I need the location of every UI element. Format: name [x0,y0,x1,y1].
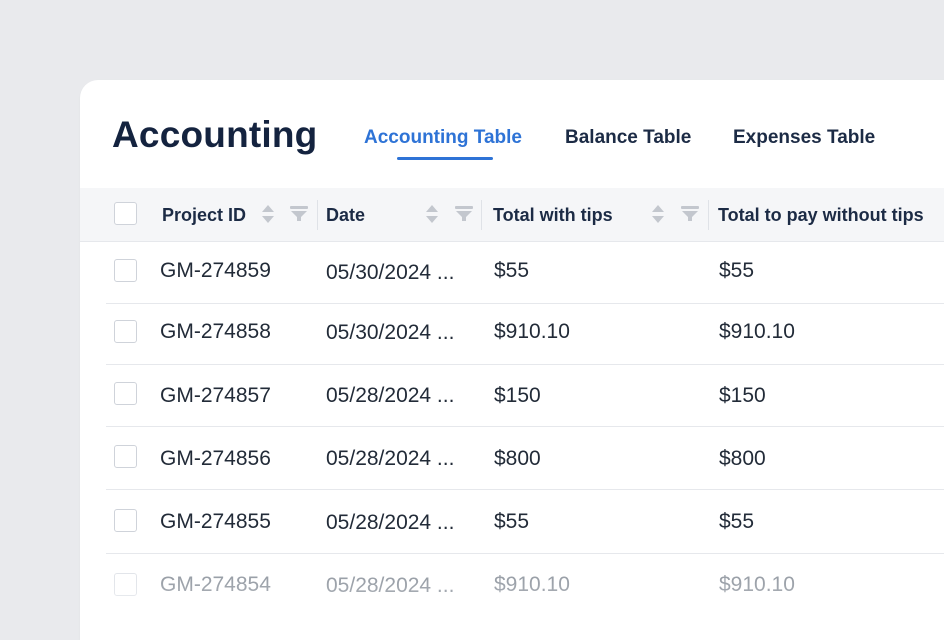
total-with-tips-cell: $55 [494,259,530,282]
project-id-cell: GM-274859 [160,259,271,282]
date-cell: 05/28/2024 ... [326,574,455,597]
accounting-card: Accounting Accounting Table Balance Tabl… [80,80,944,640]
filter-icon[interactable] [681,206,699,222]
column-divider[interactable] [481,200,482,230]
total-with-tips-cell: $910.10 [494,573,570,596]
column-divider[interactable] [708,200,709,230]
sort-icon[interactable] [651,203,665,225]
sort-icon[interactable] [425,203,439,225]
page-title: Accounting [112,114,318,155]
table-row[interactable]: GM-274857 05/28/2024 ... $150 $150 [80,364,944,427]
date-cell: 05/28/2024 ... [326,384,455,407]
project-id-cell: GM-274855 [160,510,271,533]
column-header-date[interactable]: Date [326,205,365,226]
project-id-cell: GM-274854 [160,573,271,596]
table-row[interactable]: GM-274856 05/28/2024 ... $800 $800 [80,427,944,490]
sort-icon[interactable] [261,203,275,225]
project-id-cell: GM-274857 [160,384,271,407]
active-tab-indicator [397,157,493,160]
table-row[interactable]: GM-274854 05/28/2024 ... $910.10 $910.10 [80,554,944,617]
tab-accounting-table[interactable]: Accounting Table [364,127,522,149]
table-row[interactable]: GM-274855 05/28/2024 ... $55 $55 [80,491,944,554]
row-divider [106,489,944,490]
date-cell: 05/28/2024 ... [326,511,455,534]
select-all-checkbox[interactable] [114,202,137,225]
tab-balance-table[interactable]: Balance Table [565,127,691,149]
total-without-tips-cell: $55 [719,259,755,282]
table-header: Project ID Date Total with tips Total to… [80,188,944,242]
row-checkbox[interactable] [114,320,137,343]
total-with-tips-cell: $800 [494,447,541,470]
row-checkbox[interactable] [114,573,137,596]
row-checkbox[interactable] [114,445,137,468]
date-cell: 05/28/2024 ... [326,447,455,470]
column-header-total-with-tips[interactable]: Total with tips [493,205,613,226]
column-divider[interactable] [317,200,318,230]
total-without-tips-cell: $55 [719,510,755,533]
filter-icon[interactable] [290,206,308,222]
row-checkbox[interactable] [114,509,137,532]
total-with-tips-cell: $910.10 [494,320,570,343]
row-checkbox[interactable] [114,259,137,282]
total-with-tips-cell: $55 [494,510,530,533]
row-checkbox[interactable] [114,382,137,405]
column-header-total-without-tips[interactable]: Total to pay without tips [718,205,924,226]
table-row[interactable]: GM-274859 05/30/2024 ... $55 $55 [80,241,944,304]
total-without-tips-cell: $910.10 [719,320,795,343]
project-id-cell: GM-274856 [160,447,271,470]
filter-icon[interactable] [455,206,473,222]
total-without-tips-cell: $150 [719,384,766,407]
total-with-tips-cell: $150 [494,384,541,407]
project-id-cell: GM-274858 [160,320,271,343]
date-cell: 05/30/2024 ... [326,261,455,284]
total-without-tips-cell: $910.10 [719,573,795,596]
table-row[interactable]: GM-274858 05/30/2024 ... $910.10 $910.10 [80,302,944,365]
date-cell: 05/30/2024 ... [326,321,455,344]
total-without-tips-cell: $800 [719,447,766,470]
tab-expenses-table[interactable]: Expenses Table [733,127,875,149]
column-header-project-id[interactable]: Project ID [162,205,246,226]
